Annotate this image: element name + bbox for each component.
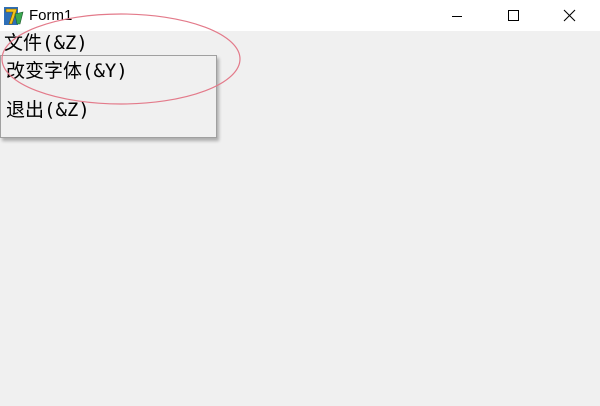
minimize-icon — [452, 16, 462, 17]
window-title: Form1 — [29, 7, 73, 24]
maximize-icon — [508, 10, 519, 21]
title-bar[interactable]: Form1 — [0, 0, 600, 31]
menu-item-change-font[interactable]: 改变字体(&Y) — [6, 60, 128, 82]
menu-file[interactable]: 文件(&Z) — [4, 32, 88, 54]
app-window: Form1 文件(&Z) 改变字体(&Y) 退出(&Z) — [0, 0, 600, 406]
menu-bar: 文件(&Z) — [0, 31, 600, 55]
close-icon — [563, 9, 576, 22]
close-button[interactable] — [546, 0, 592, 31]
maximize-button[interactable] — [490, 0, 536, 31]
app-icon[interactable] — [4, 6, 24, 26]
file-dropdown-menu: 改变字体(&Y) 退出(&Z) — [0, 55, 217, 138]
menu-item-exit[interactable]: 退出(&Z) — [6, 99, 90, 121]
minimize-button[interactable] — [434, 0, 480, 31]
